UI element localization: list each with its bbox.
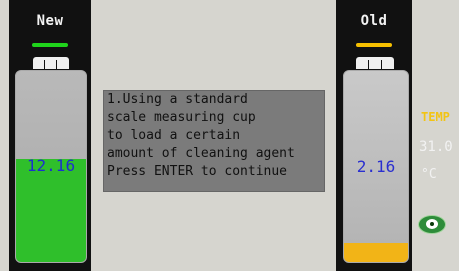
eye-icon	[418, 215, 446, 234]
new-agent-panel: New 12.16	[9, 0, 91, 271]
old-agent-indicator-bar	[356, 43, 392, 47]
new-agent-tank: 12.16	[15, 70, 87, 263]
old-agent-tank: 2.16	[343, 70, 409, 263]
instruction-line: to load a certain	[107, 128, 241, 143]
temperature-unit: °C	[421, 167, 437, 182]
old-agent-tank-cap	[356, 57, 394, 69]
new-agent-title: New	[36, 13, 64, 29]
instruction-line: scale measuring cup	[107, 110, 256, 125]
instruction-line: Press ENTER to continue	[107, 164, 288, 179]
cleaning-agent-screen: New 12.16 Old 2.16 1.Using a standard sc…	[0, 0, 459, 271]
instruction-message: 1.Using a standard scale measuring cup t…	[103, 90, 325, 192]
instruction-line: amount of cleaning agent	[107, 146, 295, 161]
new-agent-level-value: 12.16	[26, 156, 76, 175]
old-agent-level-value: 2.16	[356, 157, 396, 176]
new-agent-tank-cap	[33, 57, 69, 69]
temperature-value: 31.0	[419, 139, 453, 155]
new-agent-indicator-bar	[32, 43, 68, 47]
old-agent-title: Old	[360, 13, 388, 29]
old-agent-panel: Old 2.16	[336, 0, 412, 271]
instruction-line: 1.Using a standard	[107, 92, 248, 107]
old-agent-level-fill	[344, 242, 408, 262]
temperature-label: TEMP	[421, 110, 450, 124]
